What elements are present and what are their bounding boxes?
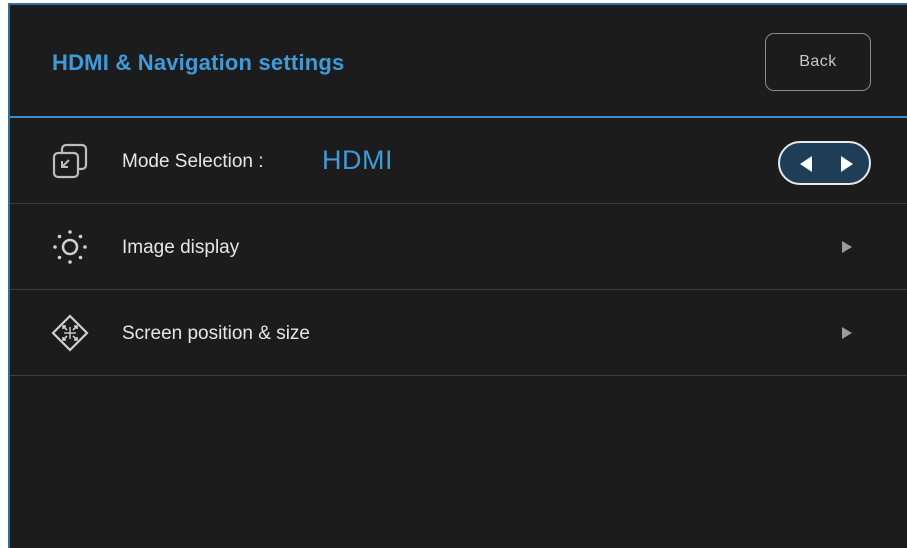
right-arrow-icon[interactable]	[835, 152, 859, 176]
image-display-row[interactable]: Image display	[10, 204, 907, 290]
page-title: HDMI & Navigation settings	[52, 50, 345, 75]
image-display-label: Image display	[122, 237, 240, 258]
mode-selection-value: HDMI	[322, 145, 393, 175]
brightness-icon	[53, 230, 87, 264]
left-arrow-icon[interactable]	[794, 152, 818, 176]
screen-position-row[interactable]: Screen position & size	[10, 290, 907, 376]
screen-position-label: Screen position & size	[122, 323, 310, 344]
mode-stepper[interactable]	[778, 141, 871, 185]
header: HDMI & Navigation settings Back	[10, 5, 907, 118]
mode-selection-label: Mode Selection :	[122, 151, 264, 172]
settings-panel: HDMI & Navigation settings Back Mode Sel…	[8, 3, 907, 548]
mode-selection-row: Mode Selection : HDMI	[10, 118, 907, 204]
chevron-right-icon[interactable]	[840, 325, 854, 341]
back-button[interactable]: Back	[765, 33, 871, 91]
source-select-icon	[52, 143, 88, 179]
move-position-icon	[51, 314, 89, 352]
chevron-right-icon[interactable]	[840, 239, 854, 255]
